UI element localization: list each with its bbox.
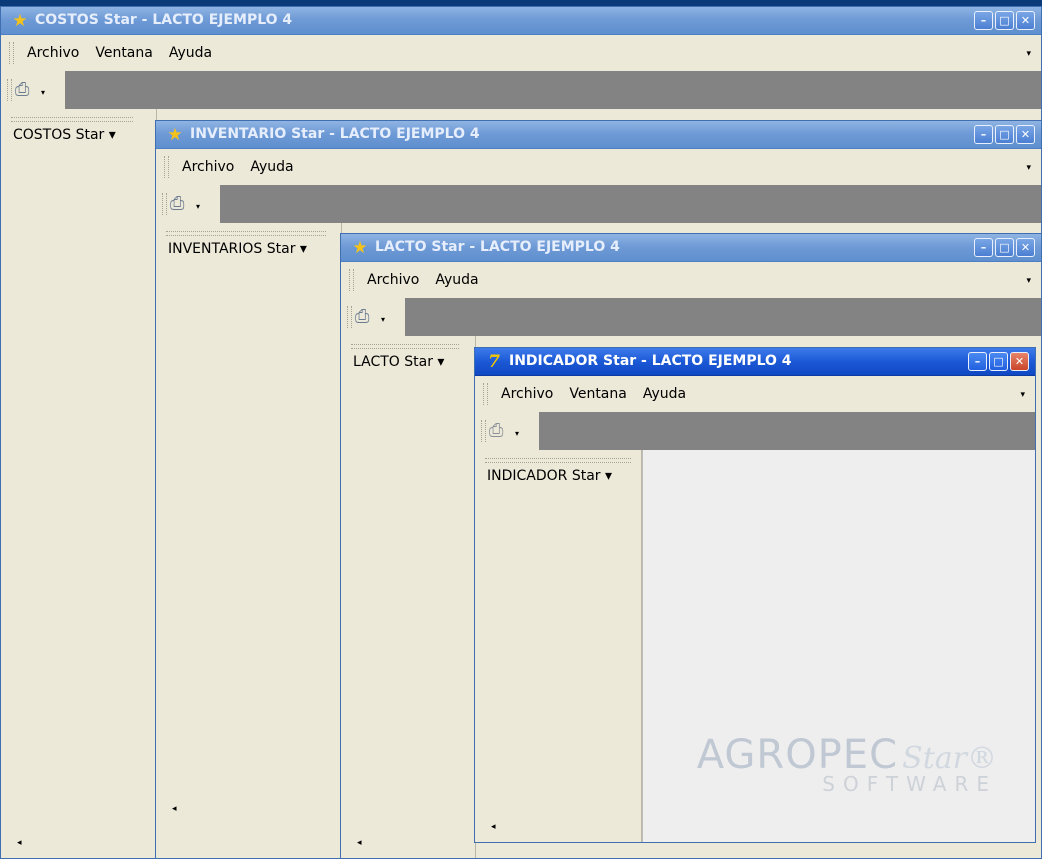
maximize-button[interactable]: □ (995, 125, 1014, 144)
close-button[interactable]: ✕ (1016, 11, 1035, 30)
minimize-button[interactable]: – (974, 238, 993, 257)
toolbar-area (539, 412, 1035, 450)
side-panel-grip[interactable] (11, 117, 133, 122)
maximize-button[interactable]: □ (995, 238, 1014, 257)
window-title: LACTO Star - LACTO EJEMPLO 4 (375, 239, 620, 255)
toolbar: ⎙ ▾ (1, 71, 1041, 109)
maximize-button[interactable]: □ (995, 11, 1014, 30)
menu-items: Archivo Ayuda (182, 159, 294, 175)
menu-ayuda[interactable]: Ayuda (250, 159, 293, 175)
toolbar-grip[interactable] (162, 193, 167, 215)
printer-icon[interactable]: ⎙ (355, 307, 369, 327)
window-indicador: 7 INDICADOR Star - LACTO EJEMPLO 4 – □ ✕… (474, 347, 1036, 843)
menu-overflow-icon[interactable]: ▾ (1026, 276, 1031, 286)
menu-items: Archivo Ventana Ayuda (501, 386, 686, 402)
toolbar-area (65, 71, 1041, 109)
menu-ventana[interactable]: Ventana (95, 45, 153, 61)
menubar-grip[interactable] (349, 269, 354, 291)
printer-icon[interactable]: ⎙ (489, 421, 503, 441)
side-panel-grip[interactable] (485, 458, 631, 463)
minimize-button[interactable]: – (974, 125, 993, 144)
close-button[interactable]: ✕ (1016, 238, 1035, 257)
menu-ayuda[interactable]: Ayuda (435, 272, 478, 288)
window-title: INVENTARIO Star - LACTO EJEMPLO 4 (190, 126, 480, 142)
scroll-left-icon[interactable]: ◂ (172, 804, 177, 814)
side-panel-grip[interactable] (351, 344, 459, 349)
close-button[interactable]: ✕ (1010, 352, 1029, 371)
scroll-left-icon[interactable]: ◂ (357, 838, 362, 848)
menu-overflow-icon[interactable]: ▾ (1026, 163, 1031, 173)
side-panel-menu[interactable]: INDICADOR Star ▾ (487, 468, 612, 484)
side-panel-grip[interactable] (166, 231, 326, 236)
menu-ayuda[interactable]: Ayuda (643, 386, 686, 402)
toolbar: ⎙ ▾ (341, 298, 1041, 336)
scroll-left-icon[interactable]: ◂ (491, 822, 496, 832)
toolbar: ⎙ ▾ (475, 412, 1035, 450)
titlebar-inventario[interactable]: ★ INVENTARIO Star - LACTO EJEMPLO 4 – □ … (156, 121, 1041, 149)
menubar: Archivo Ayuda ▾ (341, 262, 1041, 299)
star-icon: ★ (12, 11, 28, 31)
menu-archivo[interactable]: Archivo (27, 45, 79, 61)
side-panel: LACTO Star ▾ ◂ (341, 336, 476, 858)
titlebar-costos[interactable]: ★ COSTOS Star - LACTO EJEMPLO 4 – □ ✕ (1, 7, 1041, 35)
side-panel: INDICADOR Star ▾ ◂ (475, 450, 642, 842)
toolbar-area (220, 185, 1041, 223)
maximize-button[interactable]: □ (989, 352, 1008, 371)
print-dropdown-icon[interactable]: ▾ (381, 315, 385, 324)
close-button[interactable]: ✕ (1016, 125, 1035, 144)
window-controls: – □ ✕ (974, 11, 1035, 30)
print-dropdown-icon[interactable]: ▾ (515, 429, 519, 438)
agropec-logo: AGROPEC Star® SOFTWARE (697, 732, 997, 796)
toolbar-grip[interactable] (347, 306, 352, 328)
print-dropdown-icon[interactable]: ▾ (196, 202, 200, 211)
minimize-button[interactable]: – (974, 11, 993, 30)
logo-text-star: Star® (902, 741, 997, 776)
menubar: Archivo Ayuda ▾ (156, 149, 1041, 186)
printer-icon[interactable]: ⎙ (15, 80, 29, 100)
menubar-grip[interactable] (164, 156, 169, 178)
titlebar-lacto[interactable]: ★ LACTO Star - LACTO EJEMPLO 4 – □ ✕ (341, 234, 1041, 262)
print-dropdown-icon[interactable]: ▾ (41, 88, 45, 97)
window-controls: – □ ✕ (974, 125, 1035, 144)
menu-archivo[interactable]: Archivo (367, 272, 419, 288)
window-title: INDICADOR Star - LACTO EJEMPLO 4 (509, 353, 792, 369)
menubar-grip[interactable] (9, 42, 14, 64)
toolbar-grip[interactable] (481, 420, 486, 442)
window-controls: – □ ✕ (968, 352, 1029, 371)
window-title: COSTOS Star - LACTO EJEMPLO 4 (35, 12, 293, 28)
menu-archivo[interactable]: Archivo (501, 386, 553, 402)
menu-items: Archivo Ventana Ayuda (27, 45, 212, 61)
menu-archivo[interactable]: Archivo (182, 159, 234, 175)
window-body: INDICADOR Star ▾ ◂ AGROPEC Star® SOFTWAR… (475, 450, 1035, 842)
star-icon: ★ (167, 125, 183, 145)
minimize-button[interactable]: – (968, 352, 987, 371)
menu-ayuda[interactable]: Ayuda (169, 45, 212, 61)
menu-ventana[interactable]: Ventana (569, 386, 627, 402)
menu-overflow-icon[interactable]: ▾ (1020, 390, 1025, 400)
window-controls: – □ ✕ (974, 238, 1035, 257)
side-panel-menu[interactable]: COSTOS Star ▾ (13, 127, 116, 143)
menu-overflow-icon[interactable]: ▾ (1026, 49, 1031, 59)
menu-items: Archivo Ayuda (367, 272, 479, 288)
titlebar-indicador[interactable]: 7 INDICADOR Star - LACTO EJEMPLO 4 – □ ✕ (475, 348, 1035, 376)
menubar-grip[interactable] (483, 383, 488, 405)
toolbar: ⎙ ▾ (156, 185, 1041, 223)
indicator-logo-icon: 7 (488, 352, 500, 372)
side-panel-menu[interactable]: LACTO Star ▾ (353, 354, 444, 370)
star-icon: ★ (352, 238, 368, 258)
side-panel: INVENTARIOS Star ▾ ◂ (156, 223, 342, 858)
printer-icon[interactable]: ⎙ (170, 194, 184, 214)
toolbar-area (405, 298, 1041, 336)
side-panel-menu[interactable]: INVENTARIOS Star ▾ (168, 241, 307, 257)
side-panel: COSTOS Star ▾ ◂ (1, 109, 157, 858)
toolbar-grip[interactable] (7, 79, 12, 101)
scroll-left-icon[interactable]: ◂ (17, 838, 22, 848)
menubar: Archivo Ventana Ayuda ▾ (475, 376, 1035, 413)
main-content-area: AGROPEC Star® SOFTWARE (642, 450, 1035, 842)
menubar: Archivo Ventana Ayuda ▾ (1, 35, 1041, 72)
